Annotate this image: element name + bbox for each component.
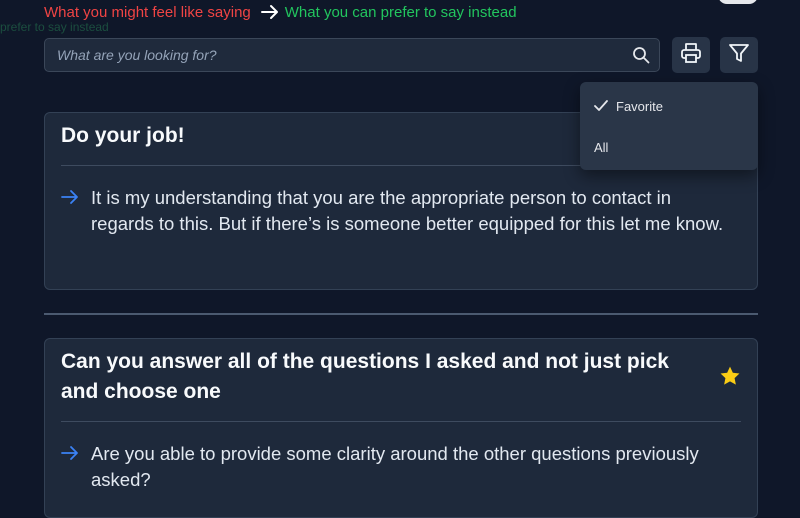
section-divider	[44, 313, 758, 315]
arrow-right-icon	[61, 185, 91, 237]
filter-icon	[728, 42, 750, 69]
phrase-title: Can you answer all of the questions I as…	[61, 350, 669, 403]
alternative-text: Are you able to provide some clarity aro…	[91, 443, 699, 490]
search-input[interactable]	[45, 39, 623, 71]
search-bar	[44, 38, 660, 72]
filter-option-favorite[interactable]: Favorite	[580, 88, 758, 124]
arrow-right-icon	[260, 4, 279, 20]
filter-option-label: Favorite	[616, 98, 663, 114]
search-icon[interactable]	[623, 46, 659, 64]
check-icon	[594, 100, 616, 112]
filter-option-label: All	[594, 139, 609, 155]
legend-feel-label: What you might feel like saying	[44, 3, 251, 21]
ghost-text: prefer to say instead	[0, 20, 109, 34]
filter-dropdown-menu: Favorite All	[580, 82, 758, 170]
star-icon[interactable]	[719, 365, 741, 387]
theme-toggle[interactable]	[718, 0, 758, 4]
card-divider	[61, 421, 741, 422]
alternative-item: It is my understanding that you are the …	[61, 185, 733, 237]
printer-icon	[680, 42, 702, 69]
phrase-title: Do your job!	[61, 124, 185, 147]
legend-prefer-label: What you can prefer to say instead	[284, 3, 517, 21]
filter-option-all[interactable]: All	[580, 129, 758, 165]
alternative-item: Are you able to provide some clarity aro…	[61, 441, 733, 493]
arrow-right-icon	[61, 441, 91, 493]
alternative-text: It is my understanding that you are the …	[91, 187, 724, 234]
legend: What you might feel like saying What you…	[44, 2, 517, 22]
filter-button[interactable]	[720, 37, 758, 73]
print-button[interactable]	[672, 37, 710, 73]
phrase-card: Can you answer all of the questions I as…	[44, 338, 758, 518]
